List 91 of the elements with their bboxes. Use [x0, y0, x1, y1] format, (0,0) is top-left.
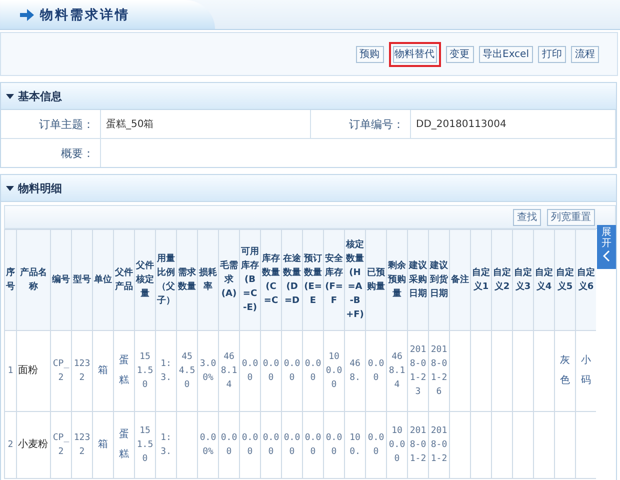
column-header[interactable]: 核定数量(H=A-B+F)	[344, 230, 366, 330]
column-header[interactable]: 单位	[92, 230, 114, 330]
table-cell: 灰色	[554, 330, 576, 412]
column-header[interactable]: 可用库存(B=C-E)	[240, 230, 260, 330]
table-cell: 1232	[72, 412, 92, 478]
column-header[interactable]: 建议到货日期	[428, 230, 450, 330]
column-header[interactable]: 自定义5	[554, 230, 576, 330]
field-value: 蛋糕_50箱	[101, 110, 311, 138]
table-cell: 蛋糕	[114, 412, 134, 478]
table-cell: 0.00	[260, 330, 282, 412]
column-header[interactable]: 自定义6	[576, 230, 596, 330]
table-cell: 0.00	[366, 412, 386, 478]
field-value: DD_20180113004	[411, 110, 616, 138]
table-cell: 2018-01-23	[408, 330, 428, 412]
table-cell: 0.00	[282, 412, 302, 478]
table-cell: 468.	[344, 330, 366, 412]
table-cell: 1232	[72, 330, 92, 412]
table-cell: 0.00	[302, 330, 324, 412]
table-cell: 100.	[344, 412, 366, 478]
table-cell: 小麦粉	[16, 412, 50, 478]
caret-icon	[6, 186, 14, 190]
table-cell: 0.00	[302, 412, 324, 478]
table-cell: 0.00	[218, 412, 240, 478]
column-header[interactable]: 备注	[450, 230, 470, 330]
field-label: 订单主题：	[1, 110, 101, 138]
column-header[interactable]: 用量比例（父子）	[156, 230, 176, 330]
chevron-left-icon	[602, 250, 610, 262]
column-header[interactable]: 预订数量(E=E	[302, 230, 324, 330]
column-header[interactable]: 建议采购日期	[408, 230, 428, 330]
table-cell: 2018-01-2	[408, 412, 428, 478]
column-header[interactable]: 自定义1	[470, 230, 492, 330]
table-cell: 468.14	[386, 330, 408, 412]
table-cell: CP_2	[50, 330, 72, 412]
column-header[interactable]: 自定义4	[534, 230, 554, 330]
table-cell: 1:3.	[156, 330, 176, 412]
column-header[interactable]: 在途数量(D=D	[282, 230, 302, 330]
table-cell: CP_2	[50, 412, 72, 478]
table-cell: 468.14	[218, 330, 240, 412]
grid-button[interactable]: 查找	[513, 208, 541, 226]
table-cell: 454.50	[176, 330, 198, 412]
toolbar-button[interactable]: 预购	[356, 46, 384, 62]
table-cell: 1:3.	[156, 412, 176, 478]
column-header[interactable]: 父件核定量	[134, 230, 156, 330]
table-cell: 蛋糕	[114, 330, 134, 412]
table-cell: 0.00	[240, 412, 260, 478]
table-cell: 2018-01-26	[428, 330, 450, 412]
toolbar-button[interactable]: 物料替代	[388, 42, 440, 66]
table-cell: 2018-01-2	[428, 412, 450, 478]
table-cell: 0.00	[282, 330, 302, 412]
column-header[interactable]: 自定义2	[492, 230, 512, 330]
table-cell: 0.00	[324, 412, 344, 478]
table-cell: 2	[4, 412, 16, 478]
table-cell: 151.50	[134, 330, 156, 412]
column-header[interactable]: 序号	[4, 230, 16, 330]
table-cell: 151.50	[134, 412, 156, 478]
caret-icon	[6, 94, 14, 98]
column-header[interactable]: 毛需求(A)	[218, 230, 240, 330]
toolbar-button[interactable]: 打印	[538, 46, 566, 62]
section-header[interactable]: 物料明细	[0, 174, 617, 202]
column-header[interactable]: 安全库存(F=F	[324, 230, 344, 330]
toolbar-button[interactable]: 导出Excel	[478, 46, 533, 62]
column-header[interactable]: 型号	[72, 230, 92, 330]
table-cell: 箱	[92, 412, 114, 478]
table-cell: 3.00%	[198, 330, 218, 412]
table-cell: 0.00	[240, 330, 260, 412]
column-header[interactable]: 已预购量	[366, 230, 386, 330]
column-header[interactable]: 需求数量	[176, 230, 198, 330]
column-header[interactable]: 父件产品	[114, 230, 134, 330]
table-cell: 1	[4, 330, 16, 412]
table-cell: 面粉	[16, 330, 50, 412]
column-header[interactable]: 剩余预购量	[386, 230, 408, 330]
toolbar-button[interactable]: 流程	[571, 46, 599, 62]
field-label: 概要：	[1, 139, 101, 167]
page-title: 物料需求详情	[40, 6, 130, 24]
toolbar-button[interactable]: 变更	[446, 46, 474, 62]
table-cell: 100.00	[386, 412, 408, 478]
column-header[interactable]: 自定义3	[512, 230, 534, 330]
column-header[interactable]: 产品名称	[16, 230, 50, 330]
table-cell: 0.00%	[198, 412, 218, 478]
table-cell: 0.00	[366, 330, 386, 412]
column-header[interactable]: 损耗率	[198, 230, 218, 330]
section-header[interactable]: 基本信息	[0, 82, 617, 110]
column-header[interactable]: 编号	[50, 230, 72, 330]
field-label: 订单编号：	[311, 110, 411, 138]
grid-button[interactable]: 列宽重置	[547, 208, 595, 226]
column-header[interactable]: 库存数量(C=C	[260, 230, 282, 330]
table-cell: 100.00	[324, 330, 344, 412]
table-cell: 箱	[92, 330, 114, 412]
table-cell: 0.00	[260, 412, 282, 478]
arrow-right-icon	[20, 8, 34, 20]
expand-tab[interactable]: 展开	[597, 225, 616, 269]
